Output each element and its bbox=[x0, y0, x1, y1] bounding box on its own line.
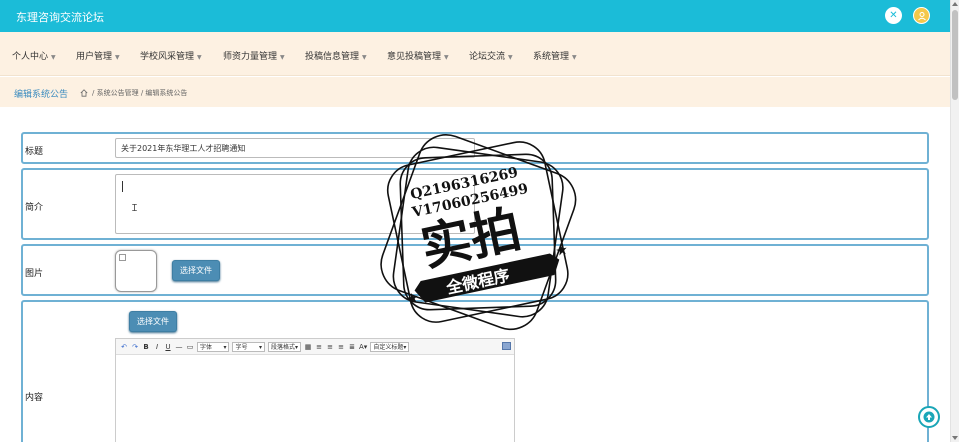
nav-item-school-style[interactable]: 学校风采管理 ▼ bbox=[140, 49, 202, 62]
rich-text-editor[interactable]: ↶ ↷ B I U — ▭ 字体 ▾ 字号 ▾ 段落格式▾ ▦ ≡ ≡ ≡ ≣ … bbox=[115, 338, 515, 442]
content-row: 内容 选择文件 ↶ ↷ B I U — ▭ 字体 ▾ 字号 ▾ 段落格式▾ ▦ … bbox=[21, 300, 929, 442]
chevron-down-icon: ▼ bbox=[197, 54, 202, 61]
page-title: 编辑系统公告 bbox=[14, 90, 69, 100]
editor-toolbar: ↶ ↷ B I U — ▭ 字体 ▾ 字号 ▾ 段落格式▾ ▦ ≡ ≡ ≡ ≣ … bbox=[116, 339, 514, 355]
edit-form: 标题 关于2021年东华理工人才招聘通知 简介 Ｉ 图片 选择文件 内容 选择文… bbox=[13, 124, 935, 442]
bold-button[interactable]: B bbox=[142, 343, 150, 351]
summary-row: 简介 Ｉ bbox=[21, 168, 929, 240]
image-label: 图片 bbox=[25, 269, 44, 279]
horizontal-rule-icon[interactable]: — bbox=[175, 343, 183, 351]
font-color-button[interactable]: A▾ bbox=[359, 343, 367, 351]
main-nav: 个人中心 ▼ 用户管理 ▼ 学校风采管理 ▼ 师资力量管理 ▼ 投稿信息管理 ▼ 意见投稿… bbox=[0, 32, 950, 76]
image-choose-file-button[interactable]: 选择文件 bbox=[172, 260, 220, 281]
chevron-down-icon: ▼ bbox=[444, 54, 449, 61]
custom-title-select[interactable]: 自定义标题▾ bbox=[370, 341, 410, 352]
nav-label: 意见投稿管理 bbox=[387, 52, 442, 62]
paragraph-value: 段落格式 bbox=[270, 343, 295, 351]
chevron-down-icon: ▼ bbox=[362, 54, 367, 61]
font-size-value: 字号 bbox=[235, 343, 248, 351]
nav-item-forum[interactable]: 论坛交流 ▼ bbox=[469, 49, 513, 62]
chevron-down-icon: ▼ bbox=[572, 54, 577, 61]
nav-label: 论坛交流 bbox=[469, 52, 506, 62]
chevron-down-icon: ▼ bbox=[51, 54, 56, 61]
italic-button[interactable]: I bbox=[153, 343, 161, 351]
align-justify-icon[interactable]: ≣ bbox=[348, 343, 356, 351]
nav-label: 师资力量管理 bbox=[223, 52, 278, 62]
vertical-scrollbar[interactable] bbox=[950, 0, 959, 442]
text-cursor bbox=[122, 181, 123, 192]
top-header: 东理咨询交流论坛 ✕ bbox=[0, 0, 950, 32]
align-right-icon[interactable]: ≡ bbox=[337, 343, 345, 351]
font-color-label: A bbox=[359, 342, 364, 351]
broken-image-icon bbox=[119, 254, 126, 261]
font-family-select[interactable]: 字体 ▾ bbox=[197, 341, 230, 352]
table-icon[interactable]: ▦ bbox=[304, 343, 312, 351]
home-icon[interactable] bbox=[80, 89, 88, 97]
breadcrumb-item-announcements[interactable]: 系统公告管理 bbox=[97, 88, 139, 98]
align-left-icon[interactable]: ≡ bbox=[315, 343, 323, 351]
nav-label: 系统管理 bbox=[533, 52, 570, 62]
nav-item-personal-center[interactable]: 个人中心 ▼ bbox=[12, 49, 56, 62]
scroll-thumb[interactable] bbox=[952, 10, 958, 100]
font-size-select[interactable]: 字号 ▾ bbox=[232, 341, 265, 352]
nav-label: 投稿信息管理 bbox=[305, 52, 360, 62]
summary-textarea[interactable]: Ｉ bbox=[115, 174, 475, 234]
fullscreen-icon[interactable] bbox=[502, 342, 511, 350]
site-brand[interactable]: 东理咨询交流论坛 bbox=[16, 9, 104, 25]
nav-label: 学校风采管理 bbox=[140, 52, 195, 62]
font-family-value: 字体 bbox=[200, 343, 213, 351]
nav-item-teachers[interactable]: 师资力量管理 ▼ bbox=[223, 49, 285, 62]
nav-item-system[interactable]: 系统管理 ▼ bbox=[533, 49, 577, 62]
image-preview bbox=[115, 250, 157, 292]
ibeam-cursor-icon: Ｉ bbox=[130, 204, 140, 214]
title-label: 标题 bbox=[25, 147, 44, 157]
nav-item-feedback[interactable]: 意见投稿管理 ▼ bbox=[387, 49, 449, 62]
title-row: 标题 关于2021年东华理工人才招聘通知 bbox=[21, 132, 929, 164]
nav-label: 用户管理 bbox=[76, 52, 113, 62]
nav-item-submissions[interactable]: 投稿信息管理 ▼ bbox=[305, 49, 367, 62]
breadcrumb-separator: / bbox=[92, 89, 95, 97]
user-avatar-button[interactable] bbox=[913, 7, 930, 24]
custom-title-value: 自定义标题 bbox=[373, 343, 404, 351]
breadcrumb-item-edit: 编辑系统公告 bbox=[145, 89, 188, 97]
title-input[interactable]: 关于2021年东华理工人才招聘通知 bbox=[115, 138, 475, 158]
close-icon: ✕ bbox=[889, 10, 898, 21]
fullscreen-toggle-button[interactable]: ✕ bbox=[885, 7, 902, 24]
chevron-down-icon: ▼ bbox=[280, 54, 285, 61]
chevron-down-icon: ▼ bbox=[115, 54, 120, 61]
breadcrumb: / 系统公告管理 / 编辑系统公告 bbox=[80, 88, 187, 98]
nav-label: 个人中心 bbox=[12, 52, 49, 62]
nav-item-user-management[interactable]: 用户管理 ▼ bbox=[76, 49, 120, 62]
underline-button[interactable]: U bbox=[164, 343, 172, 351]
paste-text-icon[interactable]: ▭ bbox=[186, 343, 194, 351]
image-row: 图片 选择文件 bbox=[21, 244, 929, 296]
breadcrumb-bar: 编辑系统公告 / 系统公告管理 / 编辑系统公告 bbox=[0, 77, 950, 107]
content-label: 内容 bbox=[25, 393, 44, 403]
arrow-up-icon bbox=[923, 411, 935, 423]
scroll-to-top-button[interactable] bbox=[918, 406, 940, 428]
content-choose-file-button[interactable]: 选择文件 bbox=[129, 311, 177, 332]
scroll-down-icon[interactable] bbox=[952, 436, 958, 440]
paragraph-select[interactable]: 段落格式▾ bbox=[267, 341, 301, 352]
user-icon bbox=[917, 11, 926, 20]
summary-label: 简介 bbox=[25, 203, 44, 213]
align-center-icon[interactable]: ≡ bbox=[326, 343, 334, 351]
scroll-up-icon[interactable] bbox=[952, 2, 958, 6]
chevron-down-icon: ▼ bbox=[508, 54, 513, 61]
breadcrumb-separator: / bbox=[140, 89, 144, 97]
undo-icon[interactable]: ↶ bbox=[120, 343, 128, 351]
redo-icon[interactable]: ↷ bbox=[131, 343, 139, 351]
